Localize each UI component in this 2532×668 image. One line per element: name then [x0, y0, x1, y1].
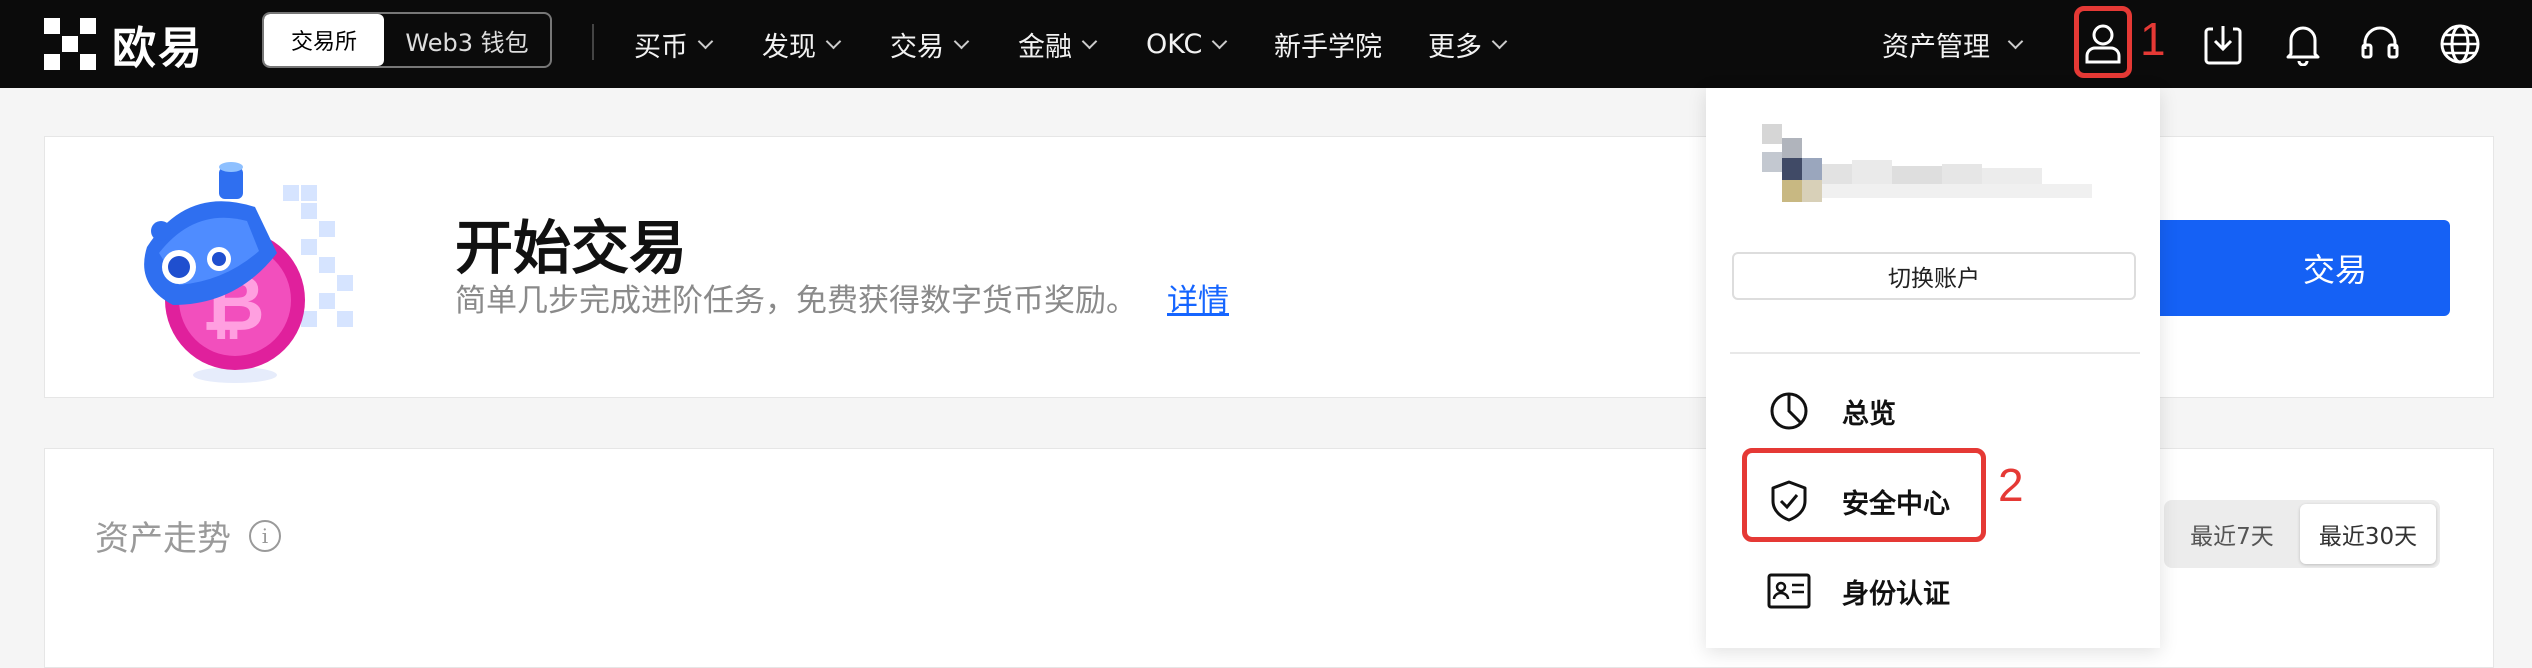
switch-account-button[interactable]: 切换账户 — [1732, 252, 2136, 300]
id-card-icon — [1766, 568, 1812, 614]
nav-label: 金融 — [1018, 31, 1072, 63]
trade-button[interactable]: 交易 — [2110, 220, 2450, 316]
step2-highlight-box — [1742, 448, 1986, 542]
nav-academy[interactable]: 新手学院 — [1274, 0, 1382, 88]
chevron-down-icon — [2007, 33, 2024, 49]
subtitle-text: 简单几步完成进阶任务，免费获得数字货币奖励。 — [455, 283, 1137, 319]
chevron-down-icon — [697, 33, 714, 49]
download-icon[interactable] — [2195, 16, 2251, 72]
chevron-down-icon — [1081, 33, 1098, 49]
chevron-down-icon — [1212, 33, 1228, 49]
avatar — [1762, 124, 2102, 208]
nav-divider — [592, 24, 594, 60]
exchange-tab[interactable]: 交易所 — [264, 14, 384, 66]
nav-finance[interactable]: 金融 — [1018, 0, 1098, 88]
asset-trend-title: 资产走势 — [95, 519, 231, 559]
info-icon[interactable]: i — [249, 519, 281, 552]
web3-wallet-tab[interactable]: Web3 钱包 — [384, 14, 550, 66]
menu-item-label: 总览 — [1842, 398, 1896, 430]
robot-illustration: ₿ — [87, 155, 407, 385]
step2-number: 2 — [1998, 459, 2024, 511]
nav-label: 交易 — [890, 31, 944, 63]
nav-label: 买币 — [634, 31, 688, 63]
menu-item-overview[interactable]: 总览 — [1766, 386, 1896, 436]
bell-icon[interactable] — [2275, 16, 2331, 72]
nav-okc[interactable]: OKC — [1146, 0, 1228, 88]
account-dropdown-menu: 切换账户 总览 安全中心 身份认证 — [1706, 88, 2160, 648]
step1-number: 1 — [2140, 13, 2166, 65]
asset-management-label: 资产管理 — [1882, 31, 1990, 63]
brand-name: 欧易 — [112, 23, 204, 74]
details-link[interactable]: 详情 — [1167, 283, 1229, 319]
step1-highlight-box — [2074, 6, 2132, 78]
headset-icon[interactable] — [2352, 16, 2408, 72]
nav-trade[interactable]: 交易 — [890, 0, 970, 88]
menu-item-label: 身份认证 — [1842, 578, 1950, 610]
start-trading-title: 开始交易 — [455, 214, 688, 282]
range-30d-option[interactable]: 最近30天 — [2300, 504, 2436, 564]
asset-management-menu[interactable]: 资产管理 — [1882, 0, 2024, 88]
time-range-selector: 最近7天 最近30天 — [2164, 500, 2440, 568]
globe-icon[interactable] — [2432, 16, 2488, 72]
chevron-down-icon — [1491, 33, 1508, 49]
logo-mark-icon — [44, 18, 96, 70]
menu-item-identity-verification[interactable]: 身份认证 — [1766, 566, 1950, 616]
platform-switch: 交易所 Web3 钱包 — [262, 12, 552, 68]
nav-more[interactable]: 更多 — [1428, 0, 1508, 88]
chevron-down-icon — [825, 33, 842, 49]
nav-label: OKC — [1146, 28, 1203, 60]
nav-label: 更多 — [1428, 31, 1482, 63]
asset-trend-title-row: 资产走势 i — [95, 511, 281, 560]
chevron-down-icon — [953, 33, 970, 49]
nav-discover[interactable]: 发现 — [762, 0, 842, 88]
menu-divider — [1730, 352, 2140, 354]
nav-label: 新手学院 — [1274, 31, 1382, 63]
range-7d-option[interactable]: 最近7天 — [2164, 504, 2300, 564]
start-trading-subtitle: 简单几步完成进阶任务，免费获得数字货币奖励。 详情 — [455, 275, 1229, 320]
nav-label: 发现 — [762, 31, 816, 63]
nav-buy-crypto[interactable]: 买币 — [634, 0, 714, 88]
pie-chart-icon — [1766, 388, 1812, 434]
okx-logo[interactable]: 欧易 — [44, 14, 204, 74]
